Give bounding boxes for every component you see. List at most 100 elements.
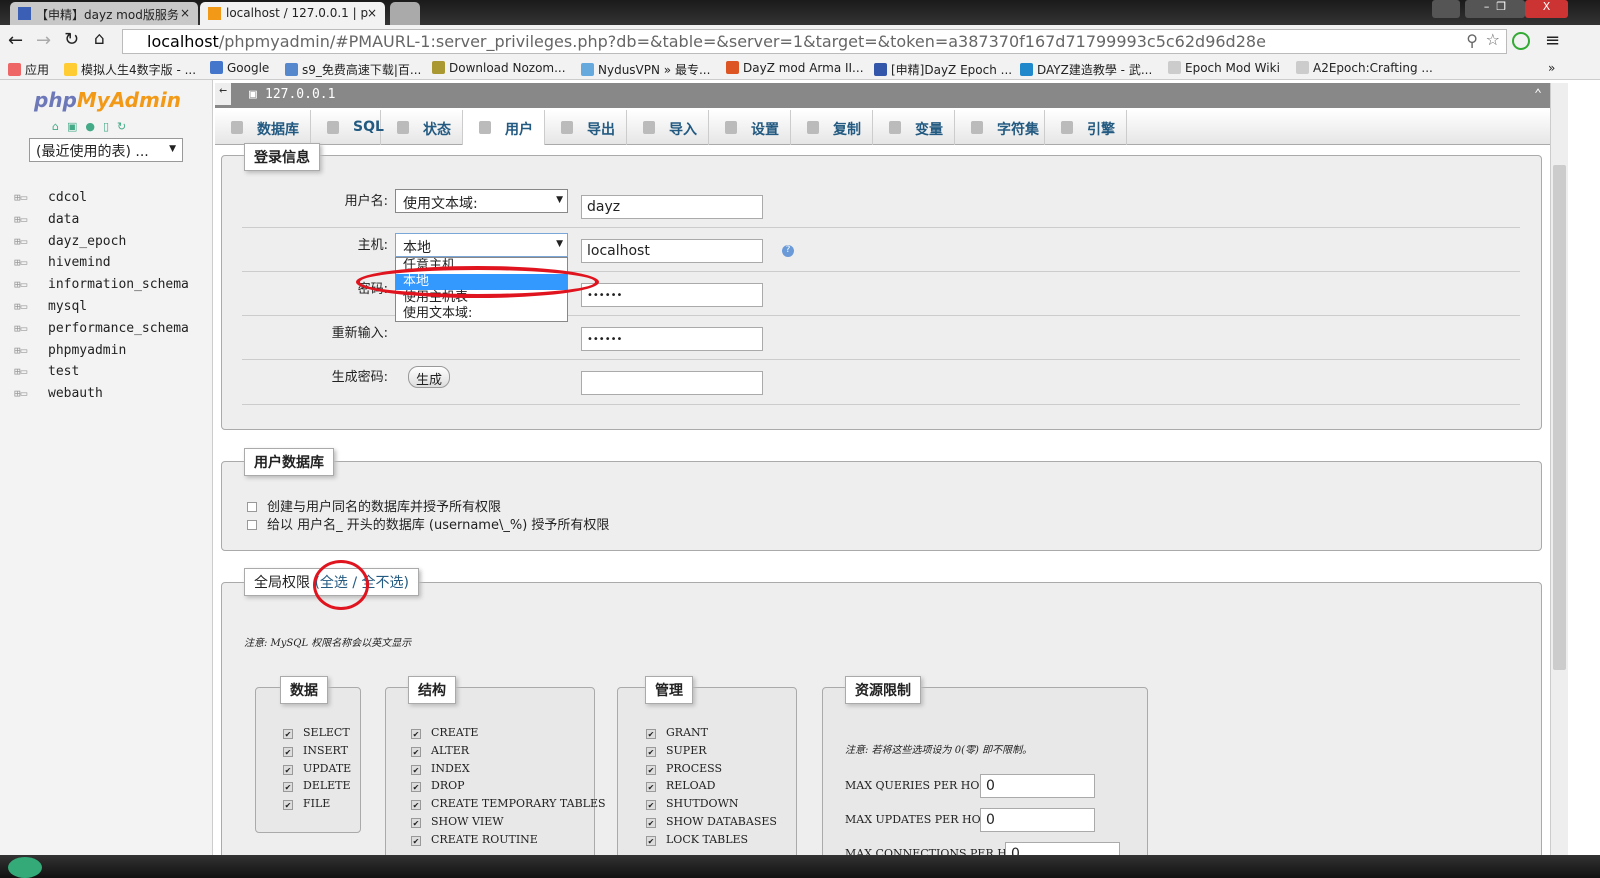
menu-tab[interactable]: 引擎 <box>1045 110 1127 145</box>
bookmark[interactable]: DayZ mod Arma II... <box>726 61 864 75</box>
privilege-checkbox[interactable]: ✔ SUPER <box>646 744 707 757</box>
expand-db-icon[interactable]: ⊞▭ <box>14 191 48 204</box>
back-icon[interactable]: ← <box>8 30 23 51</box>
menu-tab[interactable]: SQL <box>311 110 384 145</box>
bookmark[interactable]: NydusVPN » 最专... <box>581 61 710 78</box>
privilege-checkbox[interactable]: ✔ FILE <box>283 797 330 811</box>
generated-password-input[interactable] <box>581 371 763 395</box>
privilege-checkbox[interactable]: ✔ LOCK TABLES <box>646 833 748 846</box>
privilege-checkbox[interactable]: ✔ PROCESS <box>646 762 722 775</box>
collapse-top-icon[interactable]: ⌃ <box>1534 87 1542 102</box>
sidebar-database[interactable]: ⊞▭ dayz_epoch <box>14 234 126 249</box>
password-input[interactable]: •••••• <box>581 283 763 307</box>
expand-db-icon[interactable]: ⊞▭ <box>14 235 48 248</box>
browser-tab[interactable]: 【申精】dayz mod版服务 × <box>10 2 198 25</box>
privilege-checkbox[interactable]: ✔ SHUTDOWN <box>646 797 739 811</box>
checkmark-icon[interactable]: ✔ <box>411 835 421 846</box>
bookmark[interactable]: DAYZ建造教學 - 武... <box>1020 61 1152 78</box>
menu-tab[interactable]: 字符集 <box>955 110 1045 145</box>
privilege-checkbox[interactable]: ✔ SELECT <box>283 726 350 739</box>
new-tab-button[interactable] <box>390 2 420 25</box>
menu-tab[interactable]: 变量 <box>873 110 955 145</box>
privilege-checkbox[interactable]: ✔ CREATE TEMPORARY TABLES <box>411 797 606 811</box>
username-input[interactable]: dayz <box>581 195 763 219</box>
sidebar-database[interactable]: ⊞▭ cdcol <box>14 190 87 205</box>
home-icon[interactable]: ⌂ <box>94 29 105 49</box>
star-icon[interactable]: ☆ <box>1486 30 1500 49</box>
checkmark-icon[interactable]: ✔ <box>283 764 293 775</box>
logo[interactable]: phpMyAdmin <box>34 88 181 112</box>
bookmark[interactable]: s9_免费高速下载|百... <box>285 61 421 78</box>
bookmark[interactable]: [申精]DayZ Epoch ... <box>874 61 1012 78</box>
more-bookmarks[interactable]: » <box>1548 61 1555 75</box>
menu-tab[interactable]: 复制 <box>791 110 873 145</box>
expand-db-icon[interactable]: ⊞▭ <box>14 365 48 378</box>
extension-icon[interactable] <box>1512 32 1530 50</box>
retype-input[interactable]: •••••• <box>581 327 763 351</box>
recent-tables-select[interactable]: (最近使用的表) ... ▼ <box>29 138 183 162</box>
privilege-checkbox[interactable]: ✔ DELETE <box>283 779 351 793</box>
checkmark-icon[interactable]: ✔ <box>646 800 656 811</box>
username-type-select[interactable]: 使用文本域: <box>395 189 568 213</box>
sidebar-database[interactable]: ⊞▭ data <box>14 212 79 227</box>
search-icon[interactable]: ⚲ <box>1466 31 1478 50</box>
expand-db-icon[interactable]: ⊞▭ <box>14 278 48 291</box>
menu-tab[interactable]: 导入 <box>627 110 709 145</box>
checkmark-icon[interactable]: ✔ <box>411 782 421 793</box>
sidebar-database[interactable]: ⊞▭ performance_schema <box>14 321 189 336</box>
privilege-checkbox[interactable]: ✔ GRANT <box>646 726 708 739</box>
privilege-checkbox[interactable]: ✔ UPDATE <box>283 762 351 775</box>
limit-input[interactable]: 0 <box>980 808 1095 832</box>
checkmark-icon[interactable]: ✔ <box>411 746 421 757</box>
expand-db-icon[interactable]: ⊞▭ <box>14 300 48 313</box>
checkmark-icon[interactable]: ✔ <box>646 764 656 775</box>
user-icon[interactable] <box>1432 0 1460 18</box>
browser-tab-active[interactable]: localhost / 127.0.0.1 | p × <box>200 2 385 25</box>
sidebar-icons[interactable]: ⌂▣●▯↻ <box>52 120 134 133</box>
create-db-checkbox[interactable]: 创建与用户同名的数据库并授予所有权限 <box>247 496 501 515</box>
sidebar-database[interactable]: ⊞▭ information_schema <box>14 277 189 292</box>
host-input[interactable]: localhost <box>581 239 763 263</box>
privilege-checkbox[interactable]: ✔ DROP <box>411 779 465 793</box>
bookmark[interactable]: 应用 <box>8 61 49 78</box>
expand-db-icon[interactable]: ⊞▭ <box>14 387 48 400</box>
privilege-checkbox[interactable]: ✔ CREATE ROUTINE <box>411 833 538 846</box>
menu-icon[interactable]: ≡ <box>1545 30 1560 51</box>
checkmark-icon[interactable]: ✔ <box>283 729 293 739</box>
checkmark-icon[interactable]: ✔ <box>646 818 656 828</box>
checkmark-icon[interactable]: ✔ <box>646 835 656 846</box>
menu-tab[interactable]: 设置 <box>709 110 791 145</box>
forward-icon[interactable]: → <box>36 30 51 51</box>
checkmark-icon[interactable]: ✔ <box>411 729 421 739</box>
address-bar[interactable]: localhost/phpmyadmin/#PMAURL-1:server_pr… <box>122 29 1507 54</box>
close-icon[interactable]: × <box>180 6 190 20</box>
expand-db-icon[interactable]: ⊞▭ <box>14 256 48 269</box>
privilege-checkbox[interactable]: ✔ SHOW VIEW <box>411 815 504 828</box>
privilege-checkbox[interactable]: ✔ RELOAD <box>646 779 715 793</box>
scrollbar[interactable] <box>1550 83 1568 855</box>
expand-db-icon[interactable]: ⊞▭ <box>14 344 48 357</box>
bookmark[interactable]: Epoch Mod Wiki <box>1168 61 1280 75</box>
checkmark-icon[interactable]: ✔ <box>646 729 656 739</box>
generate-button[interactable]: 生成 <box>408 366 451 388</box>
help-icon[interactable]: ? <box>782 245 794 257</box>
menu-tab[interactable]: 状态 <box>381 110 463 145</box>
window-close-button[interactable]: X <box>1525 0 1568 18</box>
expand-db-icon[interactable]: ⊞▭ <box>14 322 48 335</box>
limit-input[interactable]: 0 <box>980 774 1095 798</box>
privilege-checkbox[interactable]: ✔ INSERT <box>283 744 348 757</box>
host-option[interactable]: 使用文本域: <box>396 306 567 321</box>
wildcard-db-checkbox[interactable]: 给以 用户名_ 开头的数据库 (username\_%) 授予所有权限 <box>247 514 609 533</box>
menu-tab[interactable]: 用户 <box>463 110 545 145</box>
sidebar-database[interactable]: ⊞▭ test <box>14 364 79 379</box>
privilege-checkbox[interactable]: ✔ INDEX <box>411 762 470 775</box>
privilege-checkbox[interactable]: ✔ ALTER <box>411 744 469 757</box>
checkmark-icon[interactable]: ✔ <box>283 782 293 793</box>
start-button[interactable] <box>8 857 42 878</box>
close-icon[interactable]: × <box>367 6 377 20</box>
window-controls[interactable]: – ❐ <box>1465 0 1525 18</box>
sidebar-database[interactable]: ⊞▭ webauth <box>14 386 103 401</box>
reload-icon[interactable]: ↻ <box>64 29 79 50</box>
checkmark-icon[interactable]: ✔ <box>283 746 293 757</box>
menu-tab[interactable]: 导出 <box>545 110 627 145</box>
